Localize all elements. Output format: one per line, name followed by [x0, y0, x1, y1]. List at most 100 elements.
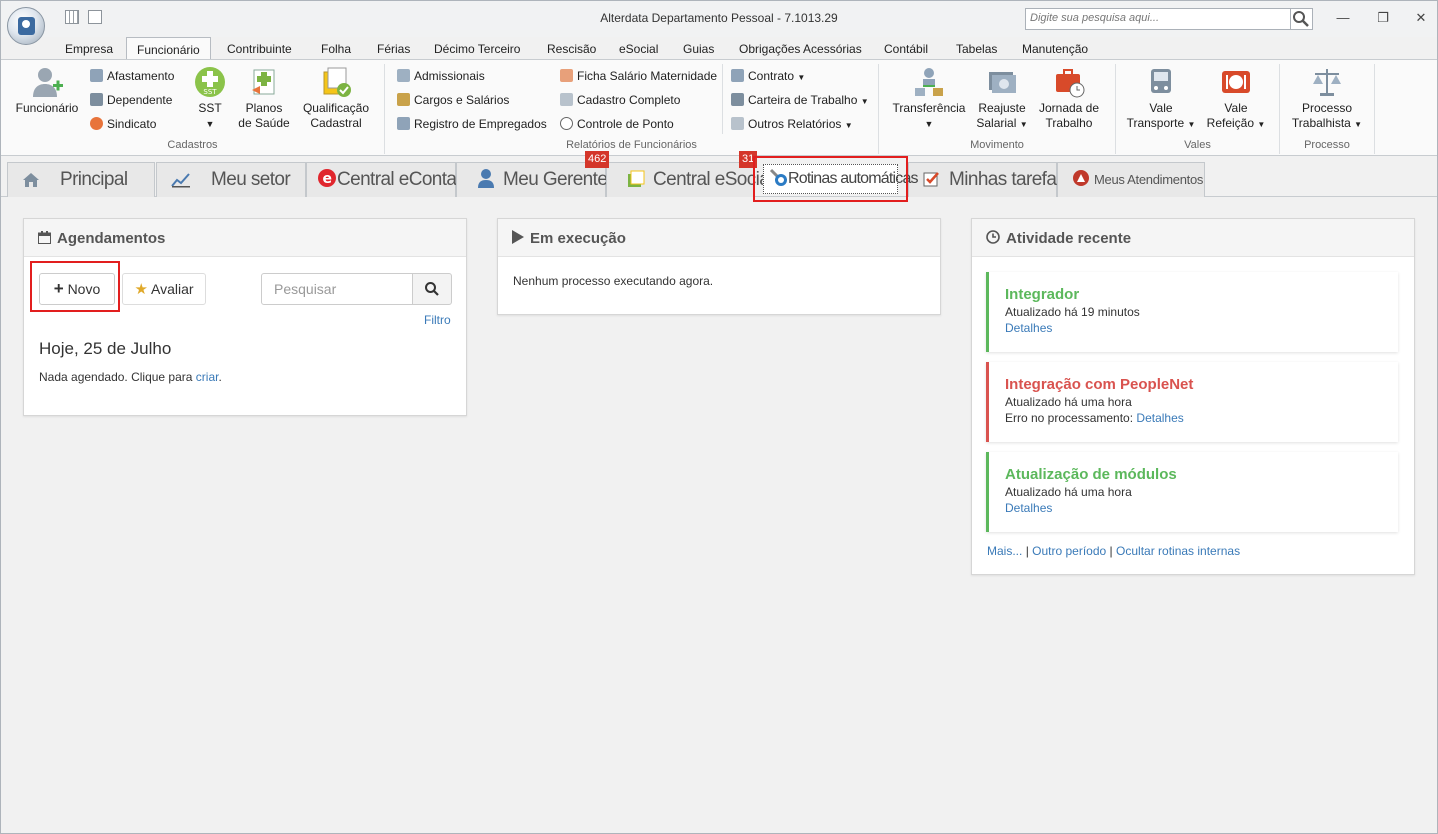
gear-icon — [731, 93, 744, 106]
admissionais-button[interactable]: Admissionais — [397, 67, 485, 85]
person-add-icon — [33, 68, 63, 97]
funcionario-button[interactable]: Funcionário — [13, 66, 81, 116]
qualification-check-icon — [323, 67, 351, 97]
activity-card: Integração com PeopleNet Atualizado há u… — [986, 362, 1398, 442]
dependente-button[interactable]: Dependente — [90, 91, 172, 109]
sst-button[interactable]: SST SST ▼ — [191, 66, 229, 132]
register-icon — [397, 117, 410, 130]
agenda-date-heading: Hoje, 25 de Julho — [39, 339, 172, 358]
global-search-input[interactable]: Digite sua pesquisa aqui... — [1025, 8, 1291, 30]
activity-title: Integrador — [1005, 286, 1080, 303]
group-label-cadastros: Cadastros — [167, 139, 218, 151]
criar-link[interactable]: criar — [196, 370, 219, 384]
afastamento-button[interactable]: Afastamento — [90, 67, 174, 85]
tab-principal[interactable]: Principal — [7, 162, 155, 197]
avaliar-button[interactable]: ★ Avaliar — [122, 273, 206, 305]
activity-card: Integrador Atualizado há 19 minutos Deta… — [986, 272, 1398, 352]
esocial-icon — [628, 170, 645, 187]
task-check-icon — [923, 172, 939, 187]
mais-link[interactable]: Mais... — [987, 544, 1022, 558]
agendamentos-panel: Agendamentos + Novo ★ Avaliar Pesquisar … — [23, 218, 467, 416]
svg-text:e: e — [323, 171, 332, 187]
jornada-trabalho-button[interactable]: Jornada de Trabalho — [1036, 66, 1102, 131]
document-icon — [731, 117, 744, 130]
ficha-maternidade-button[interactable]: Ficha Salário Maternidade — [560, 67, 717, 85]
search-button[interactable] — [1291, 8, 1313, 30]
vale-refeicao-button[interactable]: Vale Refeição ▼ — [1204, 66, 1268, 132]
app-window: Alterdata Departamento Pessoal - 7.1013.… — [0, 0, 1438, 834]
home-icon — [23, 173, 39, 187]
group-label-movimento: Movimento — [970, 139, 1024, 151]
agendamentos-search-input[interactable]: Pesquisar — [261, 273, 413, 305]
activity-card: Atualização de módulos Atualizado há uma… — [986, 452, 1398, 532]
restore-icon[interactable]: ❐ — [1374, 9, 1392, 27]
tab-contribuinte[interactable]: Contribuinte — [227, 37, 292, 60]
vale-transporte-button[interactable]: Vale Transporte ▼ — [1125, 66, 1197, 132]
document-icon — [560, 93, 573, 106]
title-bar: Alterdata Departamento Pessoal - 7.1013.… — [1, 1, 1437, 45]
tab-funcionario[interactable]: Funcionário — [126, 37, 211, 60]
ribbon-menu-tabs: Empresa Funcionário Contribuinte Folha F… — [1, 37, 1437, 60]
svg-text:SST: SST — [203, 88, 217, 96]
filtro-link[interactable]: Filtro — [424, 313, 451, 327]
minimize-icon[interactable]: — — [1334, 9, 1352, 27]
search-icon — [1293, 11, 1309, 27]
novo-button[interactable]: + Novo — [39, 273, 115, 305]
activity-title: Integração com PeopleNet — [1005, 376, 1194, 393]
tab-empresa[interactable]: Empresa — [65, 37, 113, 60]
contrato-button[interactable]: Contrato ▼ — [731, 67, 805, 85]
carteira-trabalho-button[interactable]: Carteira de Trabalho ▼ — [731, 91, 869, 109]
cadastro-completo-button[interactable]: Cadastro Completo — [560, 91, 680, 109]
atendimento-logo-icon — [1073, 170, 1089, 186]
em-execucao-panel: Em execução Nenhum processo executando a… — [497, 218, 941, 315]
controle-ponto-button[interactable]: Controle de Ponto — [560, 115, 674, 133]
money-report-icon — [397, 93, 410, 106]
tab-folha[interactable]: Folha — [321, 37, 351, 60]
tab-meus-atendimentos[interactable]: Meus Atendimentos — [1057, 162, 1205, 197]
ocultar-rotinas-link[interactable]: Ocultar rotinas internas — [1116, 544, 1240, 558]
execucao-empty-message: Nenhum processo executando agora. — [513, 274, 714, 288]
close-icon[interactable]: ✕ — [1412, 9, 1430, 27]
agendamentos-search-button[interactable] — [412, 273, 452, 305]
clock-icon — [560, 117, 573, 130]
registro-empregados-button[interactable]: Registro de Empregados — [397, 115, 547, 133]
calendar-icon — [38, 231, 51, 244]
tab-ferias[interactable]: Férias — [377, 37, 410, 60]
tab-manutencao[interactable]: Manutenção — [1022, 37, 1088, 60]
tab-central-esocial[interactable]: Central eSocial — [606, 162, 773, 197]
tab-rescisao[interactable]: Rescisão — [547, 37, 596, 60]
tab-meu-gerente[interactable]: Meu Gerente — [456, 162, 608, 197]
transfer-icon — [915, 68, 943, 96]
sindicato-button[interactable]: Sindicato — [90, 115, 156, 133]
tab-central-econtador[interactable]: e Central eContador — [306, 162, 483, 197]
atividade-recente-panel: Atividade recente Integrador Atualizado … — [971, 218, 1415, 575]
outro-periodo-link[interactable]: Outro período — [1032, 544, 1106, 558]
tab-guias[interactable]: Guias — [683, 37, 714, 60]
ribbon: Funcionário Afastamento Dependente Sindi… — [1, 59, 1437, 156]
outros-relatorios-button[interactable]: Outros Relatórios ▼ — [731, 115, 853, 133]
tab-esocial[interactable]: eSocial — [619, 37, 658, 60]
qualificacao-cadastral-button[interactable]: Qualificação Cadastral — [300, 66, 372, 131]
detalhes-link[interactable]: Detalhes — [1005, 501, 1398, 515]
tab-meu-setor[interactable]: Meu setor — [156, 162, 306, 197]
econtador-logo-icon: e — [318, 169, 336, 187]
tab-tabelas[interactable]: Tabelas — [956, 37, 997, 60]
activity-title: Atualização de módulos — [1005, 466, 1177, 483]
detalhes-link[interactable]: Detalhes — [1136, 411, 1183, 425]
play-icon — [512, 230, 524, 244]
tab-decimo-terceiro[interactable]: Décimo Terceiro — [434, 37, 520, 60]
reajuste-salarial-button[interactable]: Reajuste Salarial ▼ — [973, 66, 1031, 132]
processo-trabalhista-button[interactable]: Processo Trabalhista ▼ — [1289, 66, 1365, 132]
tab-minhas-tarefas[interactable]: Minhas tarefas — [908, 162, 1066, 197]
detalhes-link[interactable]: Detalhes — [1005, 321, 1398, 335]
activity-updated: Atualizado há uma hora — [1005, 395, 1132, 409]
tab-contabil[interactable]: Contábil — [884, 37, 928, 60]
activity-updated: Atualizado há uma hora — [1005, 485, 1132, 499]
transferencia-button[interactable]: Transferência ▼ — [891, 66, 967, 132]
money-icon — [989, 72, 1016, 93]
app-menu-orb-icon[interactable] — [7, 7, 45, 45]
cargos-salarios-button[interactable]: Cargos e Salários — [397, 91, 509, 109]
tab-obrigacoes[interactable]: Obrigações Acessórias — [739, 37, 862, 60]
activity-footer: Mais... | Outro período | Ocultar rotina… — [987, 544, 1241, 558]
planos-saude-button[interactable]: Planos de Saúde — [237, 66, 291, 131]
